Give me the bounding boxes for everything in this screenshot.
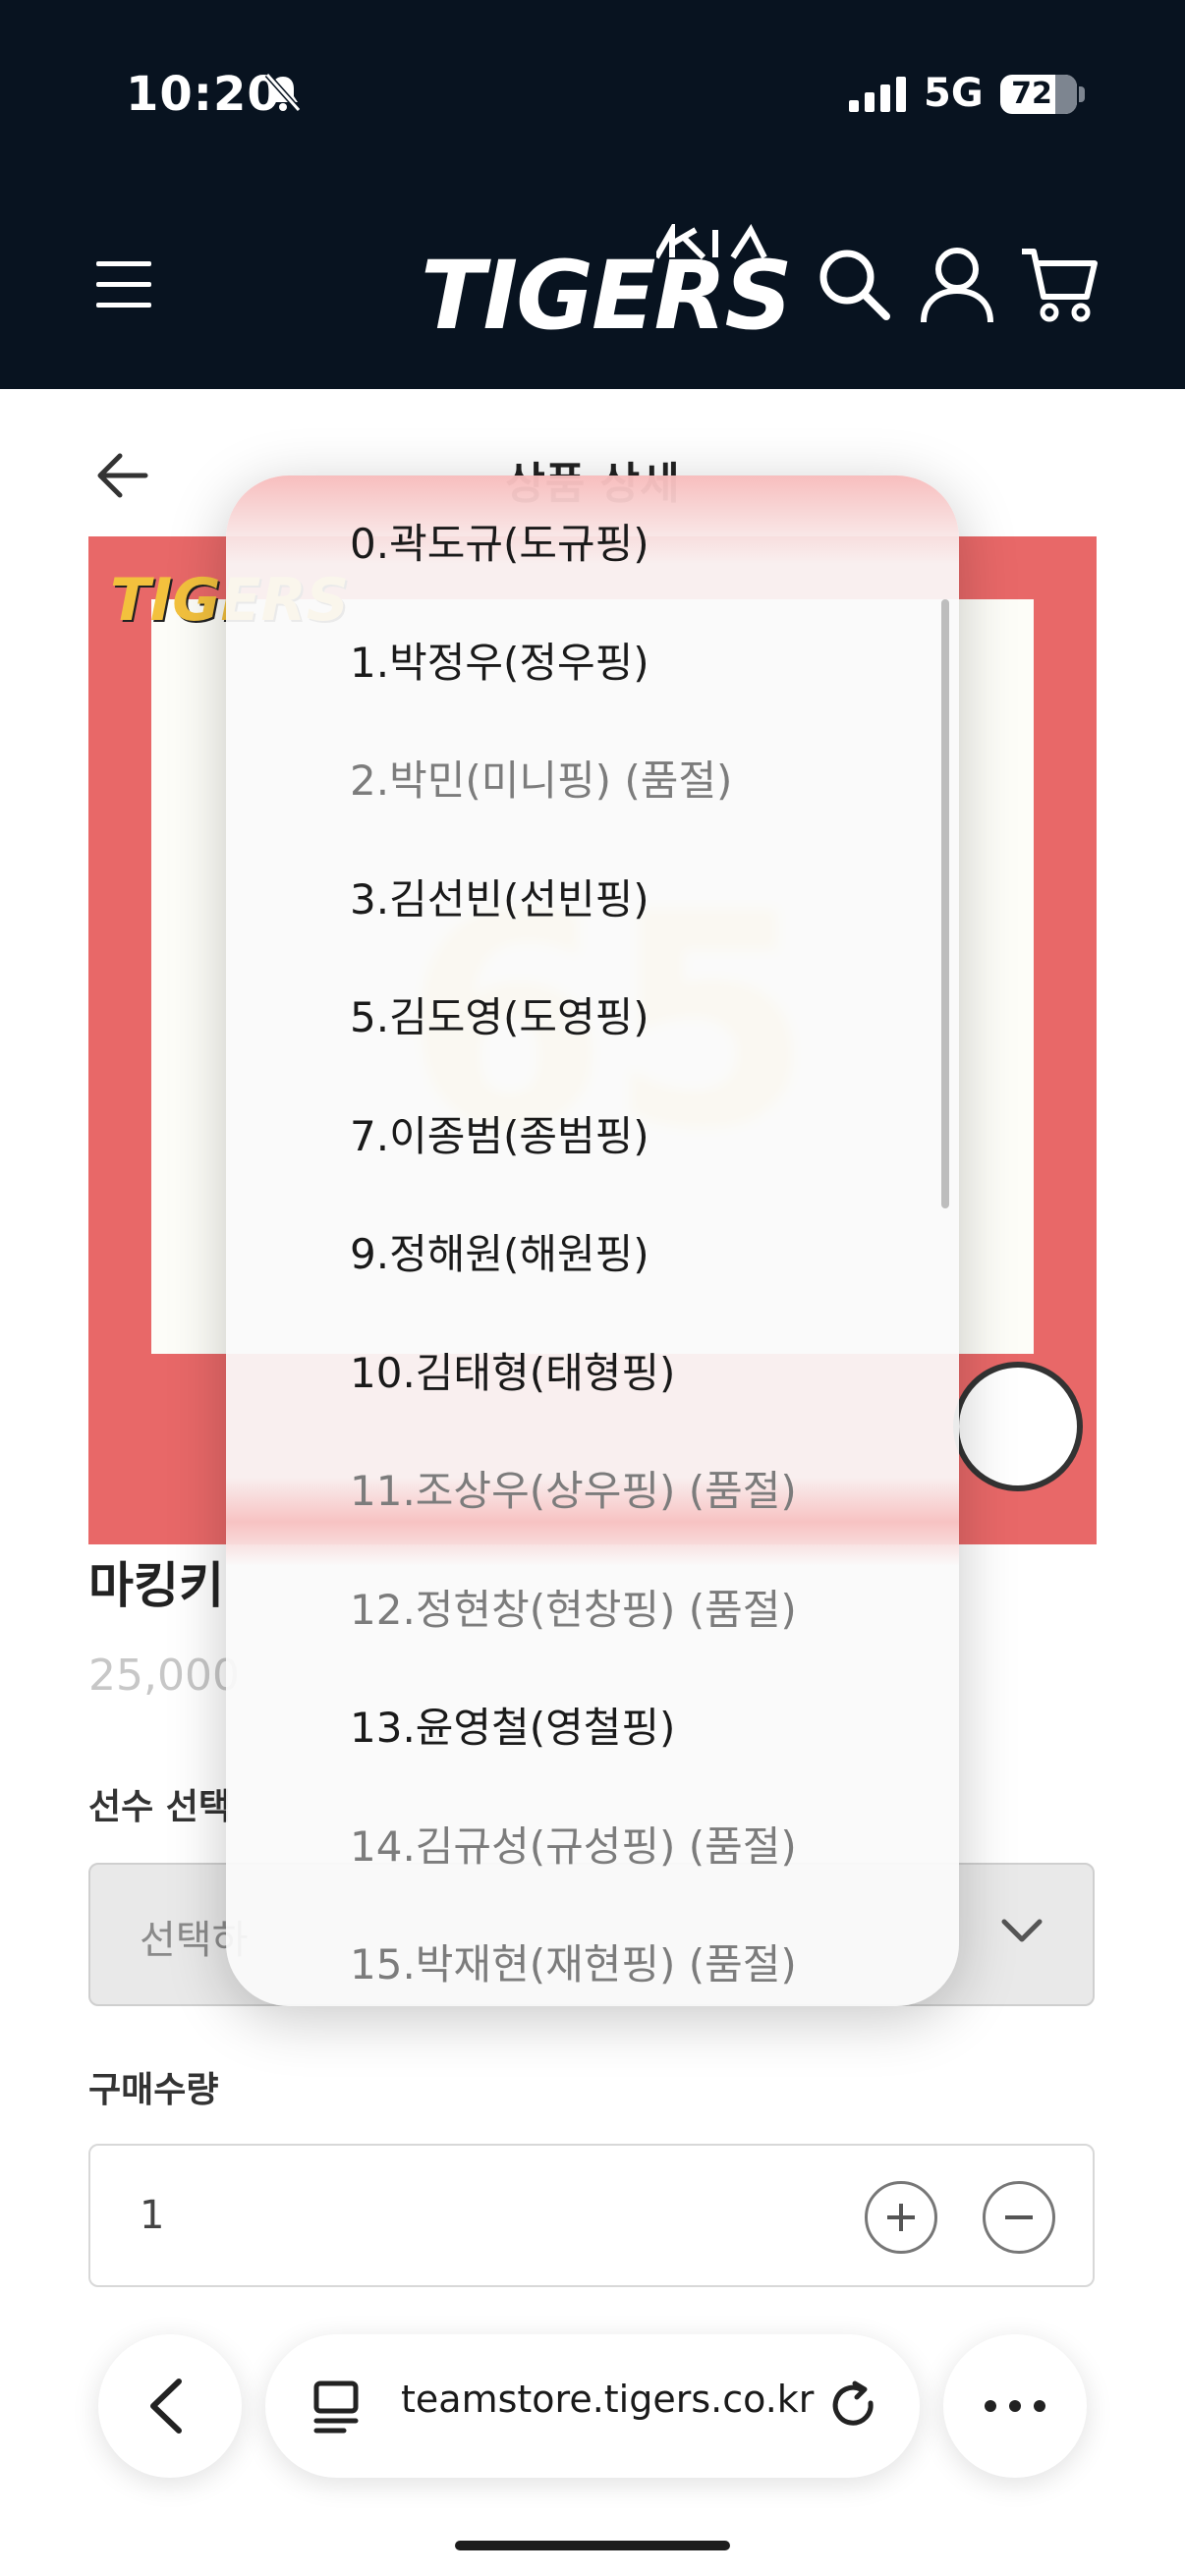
picker-option[interactable]: 5.김도영(도영핑) (350, 984, 649, 1044)
user-account-icon[interactable] (920, 246, 994, 328)
picker-option[interactable]: 3.김선빈(선빈핑) (350, 867, 649, 926)
shopping-cart-icon[interactable] (1020, 246, 1099, 328)
product-name: 마킹키 (88, 1557, 224, 1614)
home-indicator (455, 2541, 730, 2550)
browser-back-button[interactable] (98, 2334, 242, 2478)
more-options-button[interactable] (943, 2334, 1087, 2478)
picker-option[interactable]: 13.윤영철(영철핑) (350, 1695, 675, 1755)
quantity-increase-button[interactable] (865, 2181, 937, 2254)
chevron-left-icon (150, 2379, 182, 2434)
browser-toolbar: teamstore.tigers.co.kr (0, 2289, 1185, 2576)
top-header: 10:20 5G 72 TIGERS (0, 0, 1185, 389)
picker-option[interactable]: 0.곽도규(도규핑) (350, 511, 649, 571)
bell-off-icon (263, 71, 303, 118)
quantity-stepper: 1 (88, 2144, 1095, 2287)
picker-option-soldout[interactable]: 11.조상우(상우핑) (품절) (350, 1458, 797, 1518)
picker-option-soldout[interactable]: 12.정현창(현창핑) (품절) (350, 1577, 797, 1637)
network-type: 5G (924, 71, 984, 116)
mascot-image (953, 1362, 1083, 1491)
address-bar[interactable]: teamstore.tigers.co.kr (265, 2334, 920, 2478)
hamburger-menu-icon[interactable] (96, 257, 151, 316)
tabs-overview-icon[interactable] (312, 2380, 367, 2435)
url-text: teamstore.tigers.co.kr (401, 2378, 815, 2421)
product-price: 25,000 (88, 1651, 240, 1701)
battery-percent: 72 (1011, 77, 1052, 111)
plus-icon (887, 2204, 915, 2231)
picker-option[interactable]: 10.김태형(태형핑) (350, 1340, 675, 1400)
logo-text: TIGERS (421, 241, 793, 351)
search-icon[interactable] (816, 246, 892, 326)
player-picker-popup[interactable]: 0.곽도규(도규핑) 1.박정우(정우핑) 2.박민(미니핑) (품절) 3.김선빈(… (226, 476, 959, 2006)
picker-option-soldout[interactable]: 15.박재현(재현핑) (품절) (350, 1932, 797, 1991)
quantity-value[interactable]: 1 (140, 2193, 164, 2238)
picker-option[interactable]: 9.정해원(해원핑) (350, 1221, 649, 1281)
picker-option-soldout[interactable]: 2.박민(미니핑) (품절) (350, 748, 732, 808)
chevron-down-icon (1000, 1916, 1044, 1949)
battery-tip (1079, 86, 1085, 102)
player-select-label: 선수 선택 (88, 1787, 232, 1827)
picker-option[interactable]: 1.박정우(정우핑) (350, 630, 649, 690)
quantity-decrease-button[interactable] (983, 2181, 1055, 2254)
picker-scrollbar[interactable] (941, 599, 949, 1208)
reload-icon[interactable] (827, 2380, 882, 2435)
status-time: 10:20 (126, 67, 281, 122)
battery-indicator: 72 (1000, 75, 1077, 114)
picker-option[interactable]: 7.이종범(종범핑) (350, 1103, 649, 1163)
cellular-signal-icon (849, 77, 908, 116)
picker-option-soldout[interactable]: 14.김규성(규성핑) (품절) (350, 1814, 797, 1874)
quantity-label: 구매수량 (88, 2070, 219, 2110)
ellipsis-icon (985, 2400, 1045, 2412)
minus-icon (1005, 2215, 1033, 2219)
